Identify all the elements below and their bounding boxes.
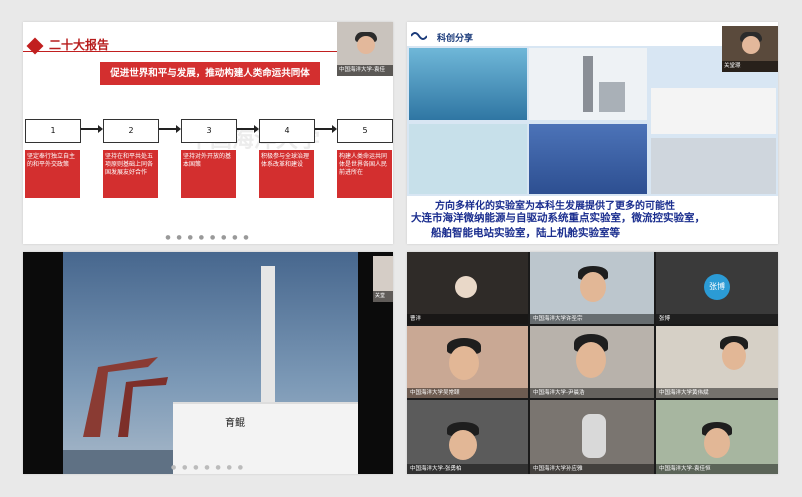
participant-tile[interactable]: 曹洋 xyxy=(407,252,528,324)
lab-equipment-diagram xyxy=(529,48,647,120)
step-text-3: 坚持对外开放的基本国策 xyxy=(181,150,236,198)
participant-avatar xyxy=(455,276,477,298)
page-dots[interactable]: ● ● ● ● ● ● ● ● xyxy=(23,234,393,241)
participant-name: 曹洋 xyxy=(407,314,528,324)
participant-tile[interactable]: 中国海洋大学黄伟斌 xyxy=(656,326,778,398)
presenter-face xyxy=(742,36,760,54)
participant-tile[interactable]: 中国海洋大学吴常颐 xyxy=(407,326,528,398)
step-box-2: 2 xyxy=(103,119,159,143)
presenter-label: 中国海洋大学-袁佳 xyxy=(337,65,393,76)
microscope-photos xyxy=(651,88,776,134)
presenter-video[interactable]: 关堂 xyxy=(373,256,393,302)
participant-name: 中国海洋大学吴常颐 xyxy=(407,388,528,398)
participant-tile[interactable]: 中国海洋大学许圣宗 xyxy=(530,252,654,324)
participant-tile[interactable]: 中国海洋大学-袁佳恒 xyxy=(656,400,778,474)
participant-name: 中国海洋大学-袁佳恒 xyxy=(656,464,778,474)
step-box-5: 5 xyxy=(337,119,393,143)
participant-face xyxy=(704,428,730,458)
step-text-2: 坚持在和平共处五项原则基础上同各国发展友好合作 xyxy=(103,150,158,198)
participant-name: 中国海洋大学-张勇柏 xyxy=(407,464,528,474)
slide-title: 科创分享 xyxy=(437,34,474,44)
participant-name: 张博 xyxy=(656,314,778,324)
step-box-1: 1 xyxy=(25,119,81,143)
ocean-illustration xyxy=(409,48,527,120)
participant-name: 中国海洋大学许圣宗 xyxy=(530,314,654,324)
participant-avatar: 张博 xyxy=(704,274,730,300)
participant-face xyxy=(449,430,477,460)
participant-face xyxy=(582,414,606,458)
presenter-face xyxy=(357,36,375,54)
participant-face xyxy=(449,346,479,380)
shared-photo-panel: 育鲲 关堂 ● ● ● ● ● ● ● xyxy=(23,252,393,474)
caption-line-2: 大连市海洋微纳能源与自驱动系统重点实验室，微流控实验室， xyxy=(411,212,705,224)
presenter-label: 关堂璟 xyxy=(722,61,778,72)
presenter-video[interactable]: 中国海洋大学-袁佳 xyxy=(337,22,393,76)
participant-name: 中国海洋大学孙应雅 xyxy=(530,464,654,474)
step-text-4: 积极参与全球治理体系改革和建设 xyxy=(259,150,314,198)
arrow-right-icon xyxy=(315,125,337,133)
caption-line-3: 船舶智能电站实验室，陆上机舱实验室等 xyxy=(431,227,620,239)
nanogenerator-diagram xyxy=(529,124,647,194)
participant-gallery: 曹洋 中国海洋大学许圣宗 张博 张博 中国海洋大学吴常颐 中国海洋大学-尹晨浩 … xyxy=(407,252,778,474)
ship-mast xyxy=(261,266,275,406)
step-box-3: 3 xyxy=(181,119,237,143)
arrow-right-icon xyxy=(81,125,103,133)
device-photos xyxy=(409,124,527,194)
participant-tile[interactable]: 张博 张博 xyxy=(656,252,778,324)
slide-banner: 促进世界和平与发展，推动构建人类命运共同体 xyxy=(100,62,320,85)
participant-name: 中国海洋大学黄伟斌 xyxy=(656,388,778,398)
participant-name: 中国海洋大学-尹晨浩 xyxy=(530,388,654,398)
participant-face xyxy=(580,272,606,302)
arrow-right-icon xyxy=(159,125,181,133)
participant-tile[interactable]: 中国海洋大学孙应雅 xyxy=(530,400,654,474)
participant-tile[interactable]: 中国海洋大学-张勇柏 xyxy=(407,400,528,474)
lab-room-photo xyxy=(651,138,776,194)
slide-panel-report: 二十大报告 促进世界和平与发展，推动构建人类命运共同体 中国海洋大学 1 2 3… xyxy=(23,22,393,244)
step-box-4: 4 xyxy=(259,119,315,143)
ship-name: 育鲲 xyxy=(225,418,245,429)
slide-panel-labs: 科创分享 关堂璟 方向多样化的实验室为本科生发展提供了更多的可能性 大连市海洋微… xyxy=(407,22,778,244)
step-text-5: 构建人类命运共同体是世界各国人民前进所在 xyxy=(337,150,392,198)
step-text-1: 坚定奉行独立自主的和平外交政策 xyxy=(25,150,80,198)
arrow-right-icon xyxy=(237,125,259,133)
participant-tile[interactable]: 中国海洋大学-尹晨浩 xyxy=(530,326,654,398)
title-divider xyxy=(23,51,353,52)
page-dots[interactable]: ● ● ● ● ● ● ● xyxy=(23,464,393,471)
participant-face xyxy=(722,342,746,370)
wave-logo-icon xyxy=(411,32,427,40)
presenter-video[interactable]: 关堂璟 xyxy=(722,26,778,72)
participant-face xyxy=(576,342,606,378)
crane-structure xyxy=(83,357,168,437)
presenter-label: 关堂 xyxy=(373,291,393,302)
